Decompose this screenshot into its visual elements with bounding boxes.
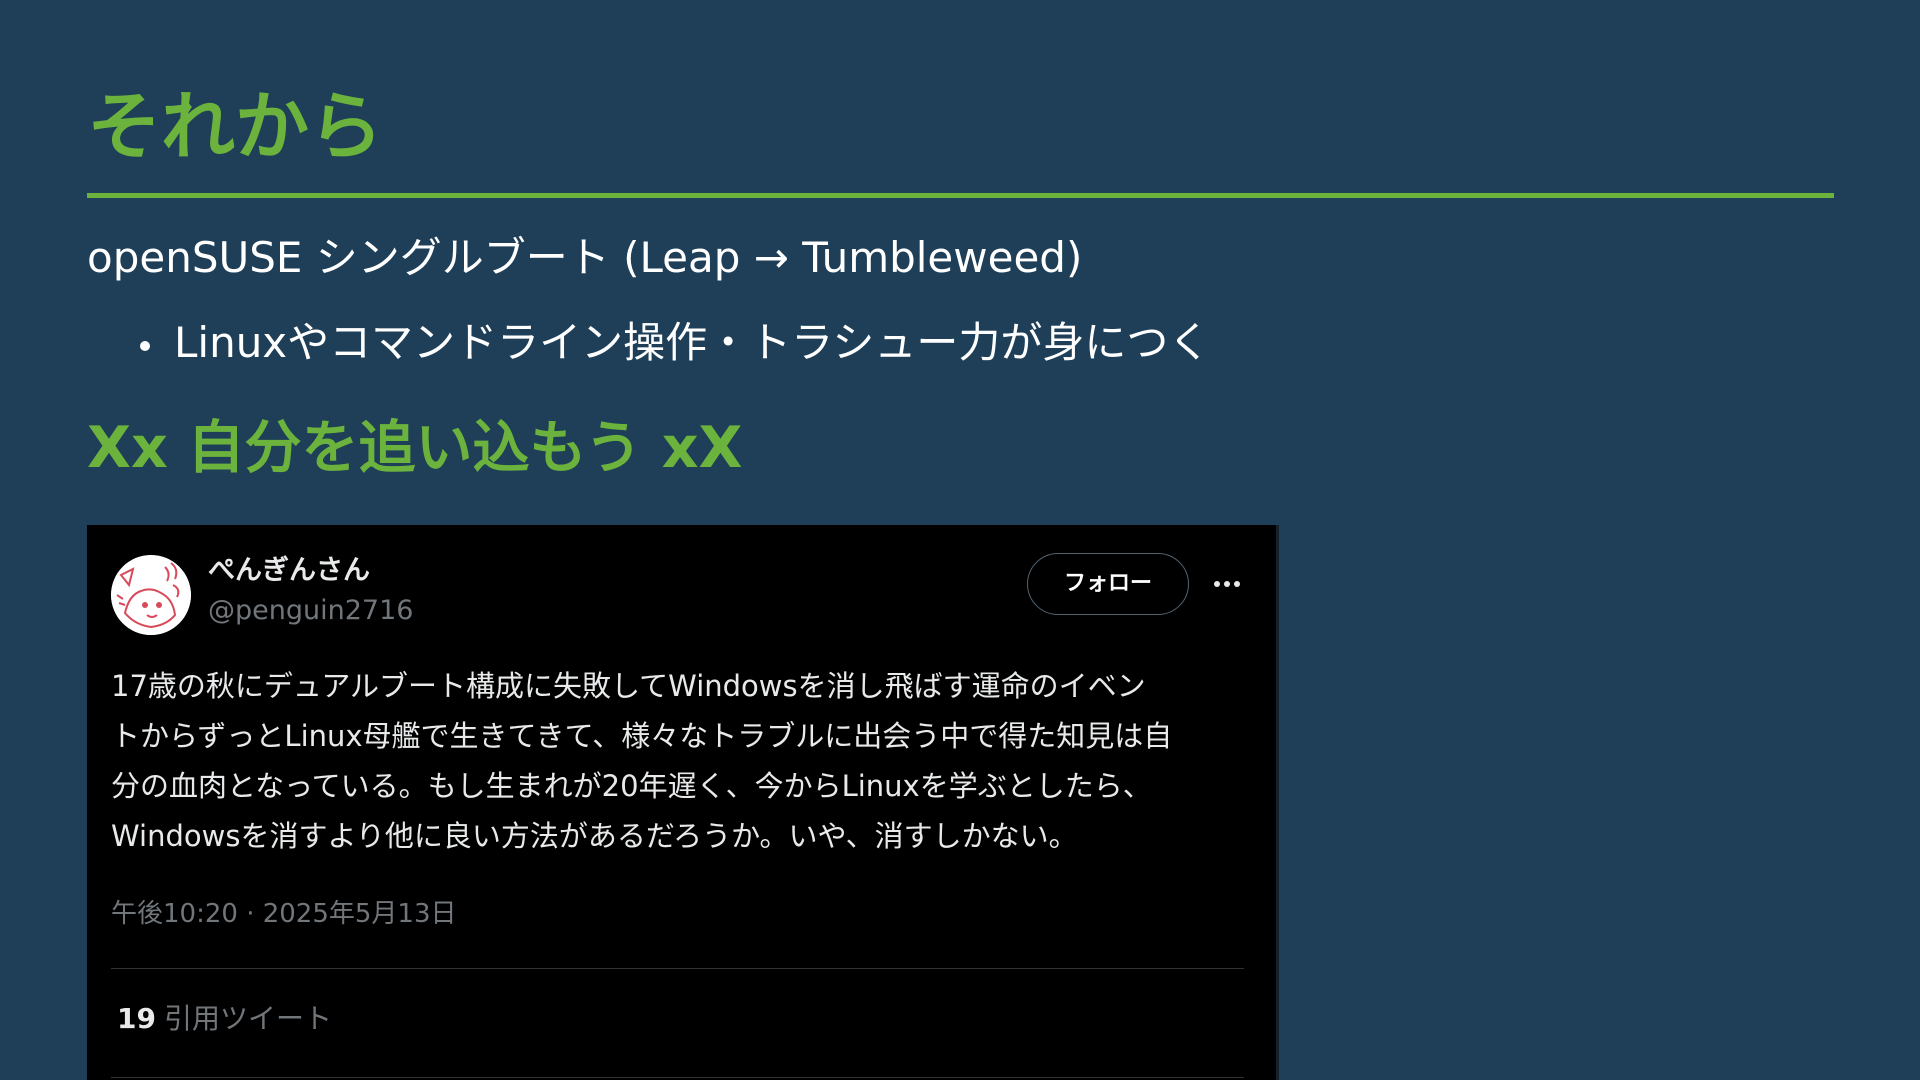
tweet-text-line: トからずっとLinux母艦で生きてきて、様々なトラブルに出会う中で得た知見は自	[111, 719, 1173, 753]
tweet-text-line: 17歳の秋にデュアルブート構成に失敗してWindowsを消し飛ばす運命のイベン	[111, 669, 1146, 703]
title-underline	[87, 193, 1834, 198]
slide-title: それから	[87, 84, 383, 170]
slide: それから openSUSE シングルブート (Leap → Tumbleweed…	[0, 0, 1920, 1080]
more-horizontal-icon[interactable]	[1209, 569, 1245, 599]
tweet-text-line: 分の血肉となっている。もし生まれが20年遅く、今からLinuxを学ぶとしたら、	[111, 769, 1152, 803]
tweet-text: 17歳の秋にデュアルブート構成に失敗してWindowsを消し飛ばす運命のイベン …	[111, 661, 1231, 861]
bullet-text: Linuxやコマンドライン操作・トラシュー力が身につく	[174, 318, 1211, 367]
slide-subtitle: openSUSE シングルブート (Leap → Tumbleweed)	[87, 233, 1083, 282]
tweet-card: ぺんぎんさん @penguin2716 フォロー 17歳の秋にデュアルブート構成…	[87, 525, 1279, 1080]
avatar-illustration-icon	[111, 555, 191, 635]
divider	[111, 968, 1244, 969]
quote-label: 引用ツイート	[163, 1002, 332, 1035]
bullet-item: Linuxやコマンドライン操作・トラシュー力が身につく	[87, 315, 1210, 371]
follow-button[interactable]: フォロー	[1027, 553, 1189, 615]
tweet-text-line: Windowsを消すより他に良い方法があるだろうか。いや、消すしかない。	[111, 819, 1078, 853]
quote-count: 19	[117, 1002, 156, 1035]
divider	[111, 1077, 1244, 1078]
avatar[interactable]	[111, 555, 191, 635]
section-heading: Xx 自分を追い込もう xX	[87, 415, 743, 481]
bullet-list: Linuxやコマンドライン操作・トラシュー力が身につく	[87, 315, 1210, 371]
author-name[interactable]: ぺんぎんさん	[208, 553, 370, 589]
tweet-timestamp[interactable]: 午後10:20 · 2025年5月13日	[111, 897, 457, 931]
quote-tweets-stat[interactable]: 19 引用ツイート	[117, 1001, 332, 1037]
bullet-dot-icon	[140, 341, 150, 351]
author-handle[interactable]: @penguin2716	[208, 593, 413, 629]
